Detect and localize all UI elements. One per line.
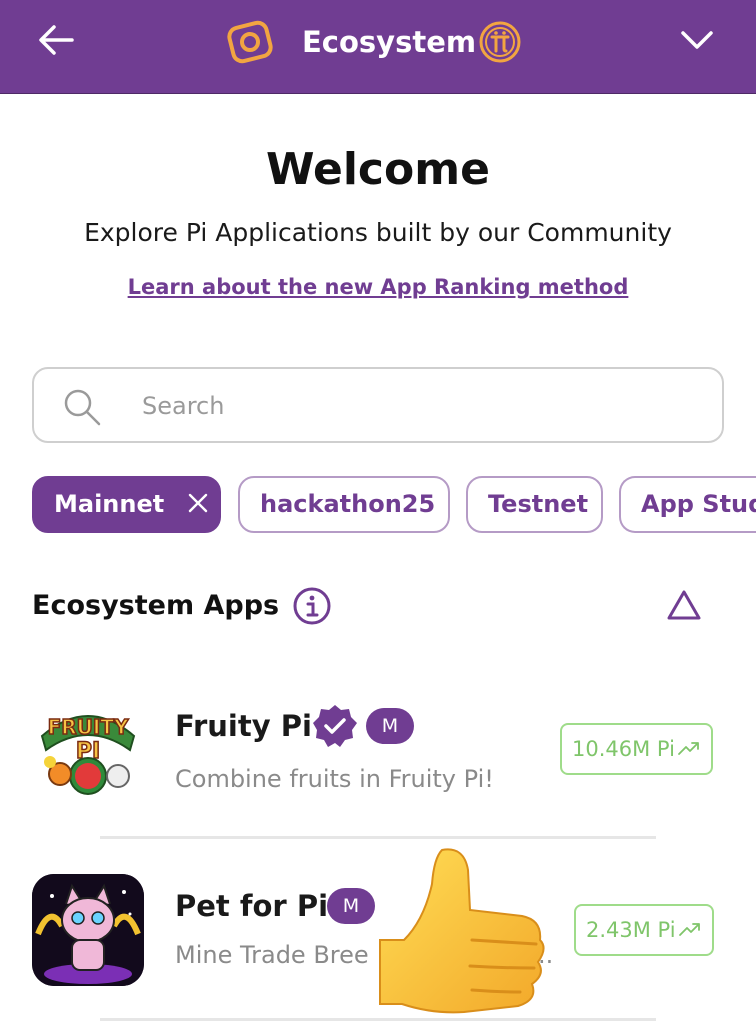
top-app-bar: Ecosystem	[0, 0, 756, 94]
app-ranking-link[interactable]: Learn about the new App Ranking method	[0, 270, 756, 304]
page-title: Ecosystem	[302, 25, 477, 59]
filter-chip-hackathon25[interactable]: hackathon25	[238, 476, 450, 533]
section-title: Ecosystem Apps	[32, 590, 280, 621]
filter-chip-label: Mainnet	[54, 490, 165, 518]
collapse-triangle-icon[interactable]	[666, 588, 702, 622]
app-icon-pet-for-pi[interactable]	[32, 874, 144, 986]
verified-badge-icon	[313, 705, 357, 747]
list-divider	[100, 836, 656, 839]
pi-volume-pill: 10.46M Pi	[560, 723, 713, 775]
thumbs-up-icon	[379, 848, 545, 1014]
filter-chip-label: hackathon25	[260, 490, 436, 518]
mainnet-badge: M	[327, 888, 375, 924]
welcome-subtitle: Explore Pi Applications built by our Com…	[84, 218, 672, 247]
search-bar[interactable]	[32, 367, 724, 443]
trending-up-icon	[678, 923, 700, 936]
close-icon[interactable]	[187, 492, 209, 514]
pi-volume: 10.46M Pi	[572, 737, 675, 761]
filter-chip-app-studio[interactable]: App Stud	[619, 476, 756, 533]
pi-coin-icon	[478, 20, 522, 64]
info-icon[interactable]	[292, 586, 332, 626]
trending-up-icon	[678, 742, 699, 755]
app-name[interactable]: Pet for Pi	[175, 886, 328, 926]
pi-browser-icon	[224, 16, 276, 68]
pi-volume-pill: 2.43M Pi	[574, 904, 714, 956]
filter-chip-mainnet[interactable]: Mainnet	[32, 476, 221, 533]
app-description: Combine fruits in Fruity Pi!	[175, 765, 494, 793]
mainnet-badge: M	[366, 708, 414, 744]
filter-chip-label: Testnet	[488, 490, 589, 518]
chevron-down-icon	[681, 31, 713, 49]
filter-chip-label: App Stud	[641, 490, 756, 518]
svg-text:FRUITY: FRUITY	[48, 715, 129, 739]
welcome-heading: Welcome	[266, 144, 490, 195]
back-button[interactable]	[36, 22, 76, 58]
arrow-left-icon	[39, 25, 74, 55]
search-input[interactable]	[142, 383, 702, 429]
menu-toggle-button[interactable]	[678, 22, 716, 58]
app-icon-fruity-pi[interactable]: FRUITY PI	[32, 694, 144, 806]
filter-chip-testnet[interactable]: Testnet	[466, 476, 603, 533]
app-description: Mine Trade Bree	[175, 941, 369, 969]
pi-volume: 2.43M Pi	[586, 918, 676, 942]
app-name[interactable]: Fruity Pi	[175, 706, 312, 746]
search-icon	[64, 389, 101, 426]
